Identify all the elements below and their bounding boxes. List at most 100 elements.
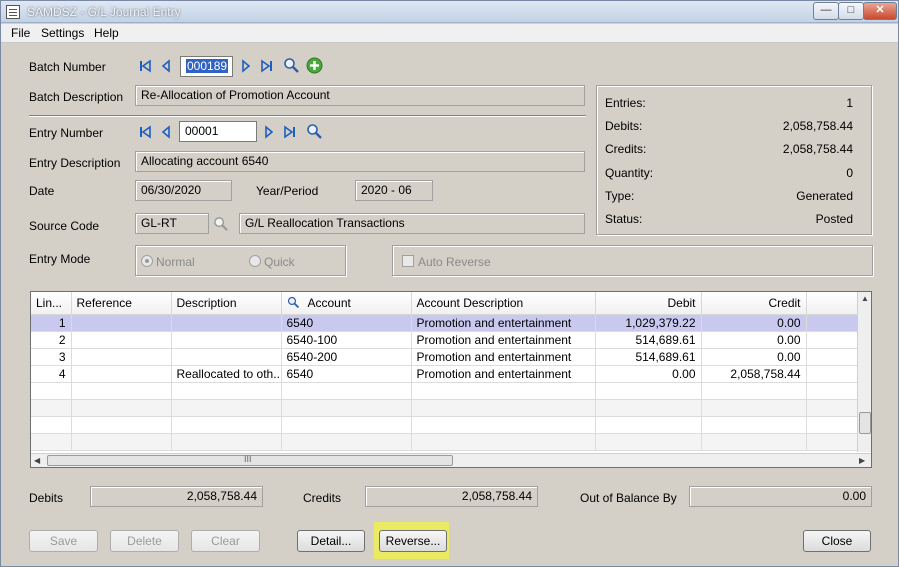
cell-reference[interactable] xyxy=(71,314,172,332)
cell-debit[interactable]: 1,029,379.22 xyxy=(595,314,702,332)
account-search-icon[interactable] xyxy=(287,296,300,309)
mode-normal-radio[interactable] xyxy=(141,255,153,267)
mode-quick-radio[interactable] xyxy=(249,255,261,267)
cell-account[interactable]: 6540 xyxy=(281,365,412,383)
save-button[interactable]: Save xyxy=(29,530,98,552)
delete-button[interactable]: Delete xyxy=(110,530,179,552)
column-header-description[interactable]: Description xyxy=(171,292,282,315)
auto-reverse-checkbox[interactable] xyxy=(402,255,414,267)
cell-reference[interactable] xyxy=(71,348,172,366)
entry-first-icon[interactable] xyxy=(138,125,152,139)
table-row[interactable]: 1 6540 Promotion and entertainment 1,029… xyxy=(31,314,858,332)
batch-number-input[interactable]: 000189 xyxy=(180,56,233,77)
cell-description[interactable]: Reallocated to oth... xyxy=(171,365,282,383)
empty-row xyxy=(31,416,858,434)
app-icon xyxy=(6,5,20,19)
year-period-field: 2020 - 06 xyxy=(355,180,433,201)
table-row[interactable]: 4 Reallocated to oth... 6540 Promotion a… xyxy=(31,365,858,383)
cell-credit[interactable]: 0.00 xyxy=(701,348,807,366)
batch-number-label: Batch Number xyxy=(29,60,106,74)
close-button[interactable]: Close xyxy=(803,530,871,552)
cell-description[interactable] xyxy=(171,331,282,349)
column-header-account[interactable]: Account xyxy=(281,292,412,315)
batch-previous-icon[interactable] xyxy=(159,59,173,73)
entry-mode-group: Normal Quick xyxy=(135,245,346,276)
journal-detail-grid[interactable]: Lin... Reference Description Account Acc… xyxy=(30,291,872,468)
window-title: SAMDSZ - G/L Journal Entry xyxy=(27,5,181,19)
batch-description-field: Re-Allocation of Promotion Account xyxy=(135,85,585,106)
close-window-button[interactable]: ✕ xyxy=(863,2,897,20)
status-label: Status: xyxy=(605,212,643,226)
entry-summary-panel: Entries: 1 Debits: 2,058,758.44 Credits:… xyxy=(596,85,872,235)
batch-search-icon[interactable] xyxy=(283,57,300,74)
cell-account[interactable]: 6540-100 xyxy=(281,331,412,349)
detail-button[interactable]: Detail... xyxy=(297,530,365,552)
cell-account[interactable]: 6540 xyxy=(281,314,412,332)
title-bar[interactable]: SAMDSZ - G/L Journal Entry — □ ✕ xyxy=(1,1,898,23)
auto-reverse-group: Auto Reverse xyxy=(392,245,873,276)
cell-account-description[interactable]: Promotion and entertainment xyxy=(411,348,596,366)
cell-line[interactable]: 1 xyxy=(31,314,72,332)
batch-number-value: 000189 xyxy=(186,59,229,73)
cell-description[interactable] xyxy=(171,314,282,332)
entries-label: Entries: xyxy=(605,96,646,110)
vertical-scroll-thumb[interactable] xyxy=(859,412,871,434)
entry-next-icon[interactable] xyxy=(262,125,276,139)
batch-first-icon[interactable] xyxy=(138,59,152,73)
cell-filler xyxy=(806,365,858,383)
table-row[interactable]: 2 6540-100 Promotion and entertainment 5… xyxy=(31,331,858,349)
scroll-up-icon[interactable]: ▲ xyxy=(861,294,869,303)
cell-reference[interactable] xyxy=(71,331,172,349)
out-of-balance-label: Out of Balance By xyxy=(580,491,677,505)
grid-header-row: Lin... Reference Description Account Acc… xyxy=(31,292,858,315)
scroll-left-icon[interactable]: ◀ xyxy=(34,456,40,465)
cell-debit[interactable]: 0.00 xyxy=(595,365,702,383)
grid-horizontal-scrollbar[interactable]: ◀ III ▶ xyxy=(31,453,871,467)
table-row[interactable]: 3 6540-200 Promotion and entertainment 5… xyxy=(31,348,858,366)
out-of-balance-field: 0.00 xyxy=(689,486,872,507)
batch-last-icon[interactable] xyxy=(260,59,274,73)
cell-debit[interactable]: 514,689.61 xyxy=(595,331,702,349)
column-header-reference[interactable]: Reference xyxy=(71,292,172,315)
entry-last-icon[interactable] xyxy=(283,125,297,139)
cell-line[interactable]: 4 xyxy=(31,365,72,383)
scroll-right-icon[interactable]: ▶ xyxy=(859,456,865,465)
cell-account-description[interactable]: Promotion and entertainment xyxy=(411,331,596,349)
maximize-button[interactable]: □ xyxy=(838,2,864,20)
cell-account-description[interactable]: Promotion and entertainment xyxy=(411,314,596,332)
cell-debit[interactable]: 514,689.61 xyxy=(595,348,702,366)
cell-account[interactable]: 6540-200 xyxy=(281,348,412,366)
column-header-account-description[interactable]: Account Description xyxy=(411,292,596,315)
cell-credit[interactable]: 0.00 xyxy=(701,314,807,332)
menu-help[interactable]: Help xyxy=(94,26,119,40)
minimize-button[interactable]: — xyxy=(813,2,839,20)
entries-value: 1 xyxy=(846,96,853,110)
source-code-search-icon[interactable] xyxy=(213,216,229,232)
cell-line[interactable]: 3 xyxy=(31,348,72,366)
clear-button[interactable]: Clear xyxy=(191,530,260,552)
column-header-debit[interactable]: Debit xyxy=(595,292,702,315)
credits-summary-label: Credits: xyxy=(605,142,647,156)
cell-credit[interactable]: 2,058,758.44 xyxy=(701,365,807,383)
column-header-line[interactable]: Lin... xyxy=(31,292,72,315)
total-debits-label: Debits xyxy=(29,491,64,505)
cell-credit[interactable]: 0.00 xyxy=(701,331,807,349)
empty-row xyxy=(31,382,858,400)
journal-entry-window: SAMDSZ - G/L Journal Entry — □ ✕ File Se… xyxy=(0,0,899,567)
column-header-credit[interactable]: Credit xyxy=(701,292,807,315)
cell-reference[interactable] xyxy=(71,365,172,383)
entry-previous-icon[interactable] xyxy=(159,125,173,139)
reverse-button[interactable]: Reverse... xyxy=(379,530,447,552)
menu-file[interactable]: File xyxy=(11,26,30,40)
entry-number-input[interactable]: 00001 xyxy=(179,121,257,142)
type-value: Generated xyxy=(796,189,853,203)
cell-line[interactable]: 2 xyxy=(31,331,72,349)
add-batch-icon[interactable] xyxy=(306,57,323,74)
entry-search-icon[interactable] xyxy=(306,123,323,140)
batch-next-icon[interactable] xyxy=(239,59,253,73)
horizontal-scroll-thumb[interactable]: III xyxy=(47,454,453,466)
cell-account-description[interactable]: Promotion and entertainment xyxy=(411,365,596,383)
menu-settings[interactable]: Settings xyxy=(41,26,84,40)
cell-description[interactable] xyxy=(171,348,282,366)
grid-vertical-scrollbar[interactable]: ▲ xyxy=(857,292,871,452)
